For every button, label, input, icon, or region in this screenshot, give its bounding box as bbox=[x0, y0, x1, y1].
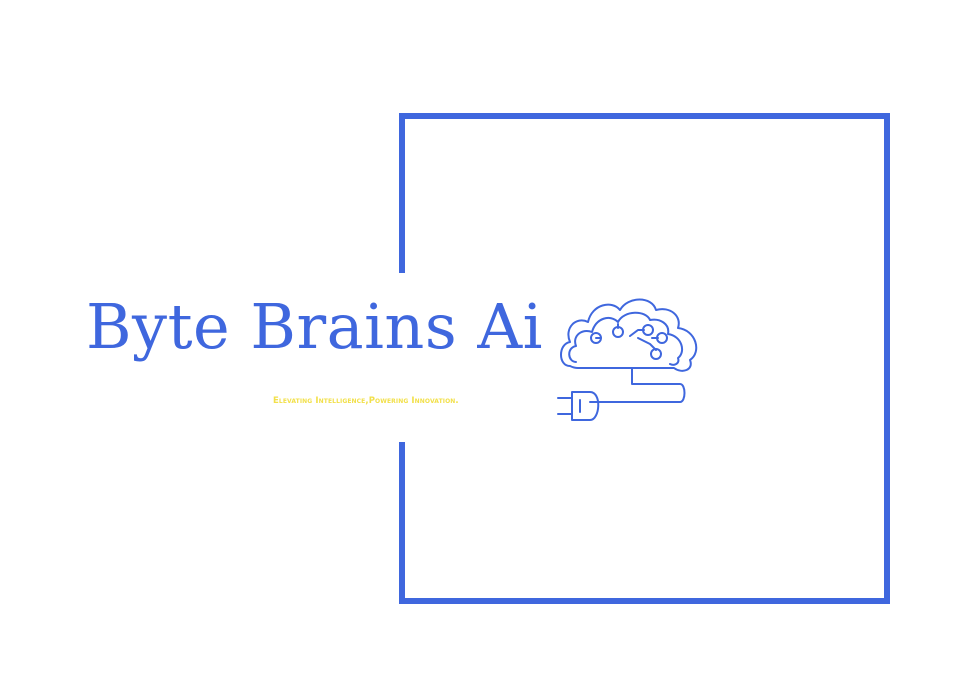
brain-plug-icon bbox=[557, 298, 698, 421]
brand-name: Byte Brains Ai bbox=[86, 290, 543, 363]
brand-tagline: Elevating Intelligence,Powering Innovati… bbox=[273, 396, 459, 406]
